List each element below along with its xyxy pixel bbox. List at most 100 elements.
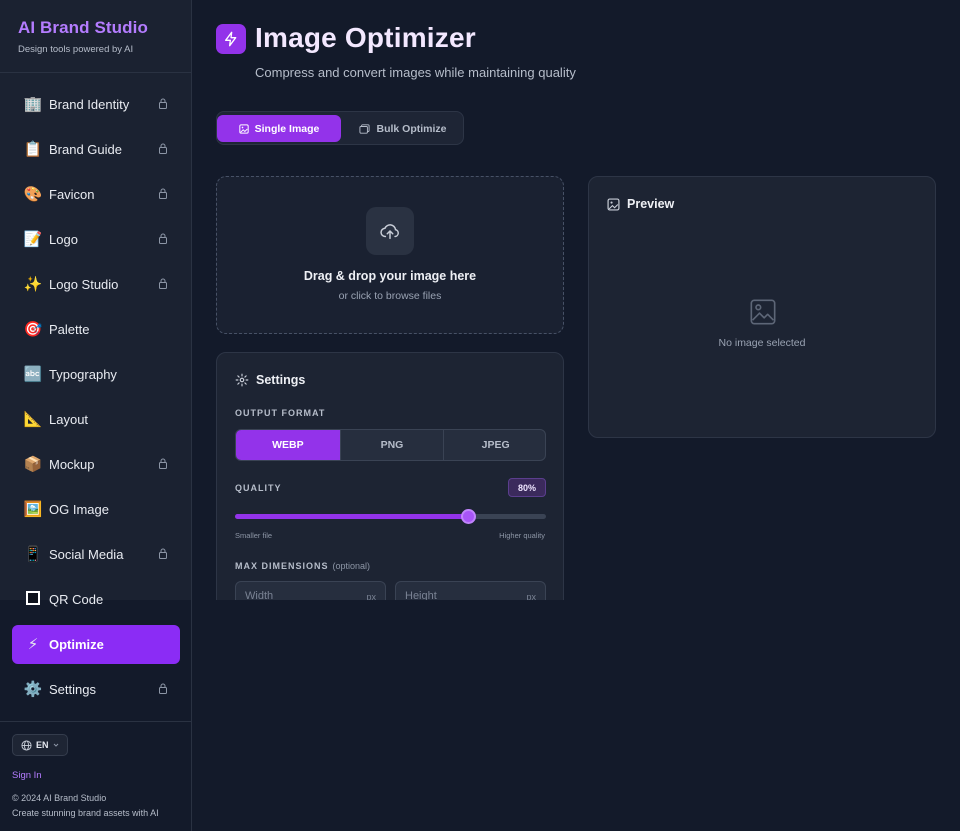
mode-tabs: Single Image Bulk Optimize — [216, 111, 464, 145]
slider-min-label: Smaller file — [235, 531, 273, 540]
sidebar-item-qr-code[interactable]: QR Code — [12, 579, 180, 619]
lightning-icon — [216, 24, 246, 54]
sidebar-item-label: Layout — [49, 411, 89, 427]
images-icon — [359, 123, 371, 134]
gear-icon — [235, 373, 249, 387]
image-icon — [238, 123, 249, 134]
lock-icon — [159, 548, 167, 559]
sidebar-item-label: Settings — [49, 681, 96, 697]
sidebar-item-label: Favicon — [49, 186, 95, 202]
sparkles-icon: ✨ — [23, 275, 43, 293]
language-label: EN — [36, 740, 49, 750]
brand[interactable]: AI Brand Studio Design tools powered by … — [18, 18, 148, 55]
memo-icon: 📝 — [23, 230, 43, 248]
sidebar-item-social-media[interactable]: 📱 Social Media — [12, 534, 180, 574]
settings-panel: Settings OUTPUT FORMAT WEBP PNG JPEG QUA… — [216, 352, 564, 613]
format-option-webp[interactable]: WEBP — [236, 430, 340, 460]
sidebar-item-label: Brand Guide — [49, 141, 122, 157]
lock-icon — [159, 143, 167, 154]
sidebar-item-favicon[interactable]: 🎨 Favicon — [12, 174, 180, 214]
target-icon: 🎯 — [23, 320, 43, 338]
sidebar-item-label: Logo — [49, 231, 78, 247]
package-icon: 📦 — [23, 455, 43, 473]
preview-panel: Preview No image selected — [588, 176, 936, 438]
language-selector[interactable]: EN — [12, 734, 68, 756]
sign-in-link[interactable]: Sign In — [12, 770, 42, 781]
upload-cloud-icon — [366, 207, 414, 255]
globe-icon — [21, 739, 32, 751]
dropzone-subtitle: or click to browse files — [338, 290, 442, 302]
image-dropzone[interactable]: Drag & drop your image here or click to … — [216, 176, 564, 334]
sidebar-item-og-image[interactable]: 🖼️ OG Image — [12, 489, 180, 529]
clipboard-icon: 📋 — [23, 140, 43, 158]
lock-icon — [159, 278, 167, 289]
max-dimensions-text: MAX DIMENSIONS — [235, 561, 329, 571]
sidebar-item-settings[interactable]: ⚙️ Settings — [12, 669, 180, 709]
sidebar-divider — [0, 72, 192, 73]
image-placeholder-icon — [750, 299, 776, 325]
quality-value-badge: 80% — [508, 478, 546, 497]
preview-header: Preview — [607, 197, 674, 211]
sidebar-item-brand-identity[interactable]: 🏢 Brand Identity — [12, 84, 180, 124]
sidebar-footer-divider — [0, 721, 192, 722]
sidebar-item-typography[interactable]: 🔤 Typography — [12, 354, 180, 394]
sidebar-item-palette[interactable]: 🎯 Palette — [12, 309, 180, 349]
building-icon: 🏢 — [23, 95, 43, 113]
slider-max-label: Higher quality — [499, 531, 545, 540]
mobile-phone-icon: 📱 — [23, 545, 43, 563]
tab-bulk-optimize[interactable]: Bulk Optimize — [341, 115, 465, 142]
sidebar-item-label: OG Image — [49, 501, 109, 517]
sidebar-item-brand-guide[interactable]: 📋 Brand Guide — [12, 129, 180, 169]
brand-title: AI Brand Studio — [18, 18, 148, 37]
settings-title: Settings — [256, 373, 306, 387]
sidebar-item-logo-studio[interactable]: ✨ Logo Studio — [12, 264, 180, 304]
no-image-text: No image selected — [718, 337, 806, 349]
quality-slider-fill — [235, 514, 468, 519]
qr-code-icon — [23, 590, 43, 608]
sidebar-item-label: QR Code — [49, 591, 104, 607]
lightning-icon: ⚡ — [27, 636, 39, 653]
brand-subtitle: Design tools powered by AI — [18, 44, 134, 55]
sidebar-item-label: Brand Identity — [49, 96, 130, 112]
max-dimensions-label: MAX DIMENSIONS (optional) — [235, 561, 370, 571]
output-format-label: OUTPUT FORMAT — [235, 408, 326, 418]
format-option-png[interactable]: PNG — [339, 430, 444, 460]
page-subtitle: Compress and convert images while mainta… — [255, 65, 576, 80]
sidebar-item-label: Social Media — [49, 546, 124, 562]
quality-slider-thumb[interactable] — [461, 509, 476, 524]
lock-icon — [159, 233, 167, 244]
sidebar-item-label: Palette — [49, 321, 90, 337]
sidebar-item-optimize[interactable]: ⚡ Optimize — [12, 625, 180, 664]
optional-label: (optional) — [332, 561, 371, 571]
dropzone-title: Drag & drop your image here — [303, 269, 477, 283]
gear-icon: ⚙️ — [23, 680, 43, 698]
scroll-clip — [216, 600, 576, 620]
settings-header: Settings — [235, 373, 305, 387]
sidebar-item-logo[interactable]: 📝 Logo — [12, 219, 180, 259]
format-option-jpeg[interactable]: JPEG — [443, 430, 545, 460]
preview-title: Preview — [627, 197, 675, 211]
framed-picture-icon: 🖼️ — [23, 500, 43, 518]
triangle-ruler-icon: 📐 — [23, 410, 43, 428]
image-icon — [607, 197, 620, 211]
lock-icon — [159, 458, 167, 469]
lock-icon — [159, 188, 167, 199]
lock-icon — [159, 683, 167, 694]
quality-slider[interactable] — [235, 509, 546, 524]
abc-icon: 🔤 — [23, 365, 43, 383]
lock-icon — [159, 98, 167, 109]
copyright-text: © 2024 AI Brand Studio — [12, 793, 107, 803]
sidebar-item-mockup[interactable]: 📦 Mockup — [12, 444, 180, 484]
tab-label: Single Image — [254, 122, 320, 135]
tab-label: Bulk Optimize — [376, 122, 447, 135]
sidebar-item-label: Optimize — [49, 637, 104, 652]
output-format-selector: WEBP PNG JPEG — [235, 429, 546, 461]
sidebar-item-label: Mockup — [49, 456, 95, 472]
page-title: Image Optimizer — [255, 22, 476, 53]
footer-tagline: Create stunning brand assets with AI — [12, 808, 159, 818]
tab-single-image[interactable]: Single Image — [217, 115, 341, 142]
chevron-down-icon — [53, 743, 58, 747]
palette-icon: 🎨 — [23, 185, 43, 203]
sidebar-item-layout[interactable]: 📐 Layout — [12, 399, 180, 439]
sidebar-item-label: Logo Studio — [49, 276, 119, 292]
